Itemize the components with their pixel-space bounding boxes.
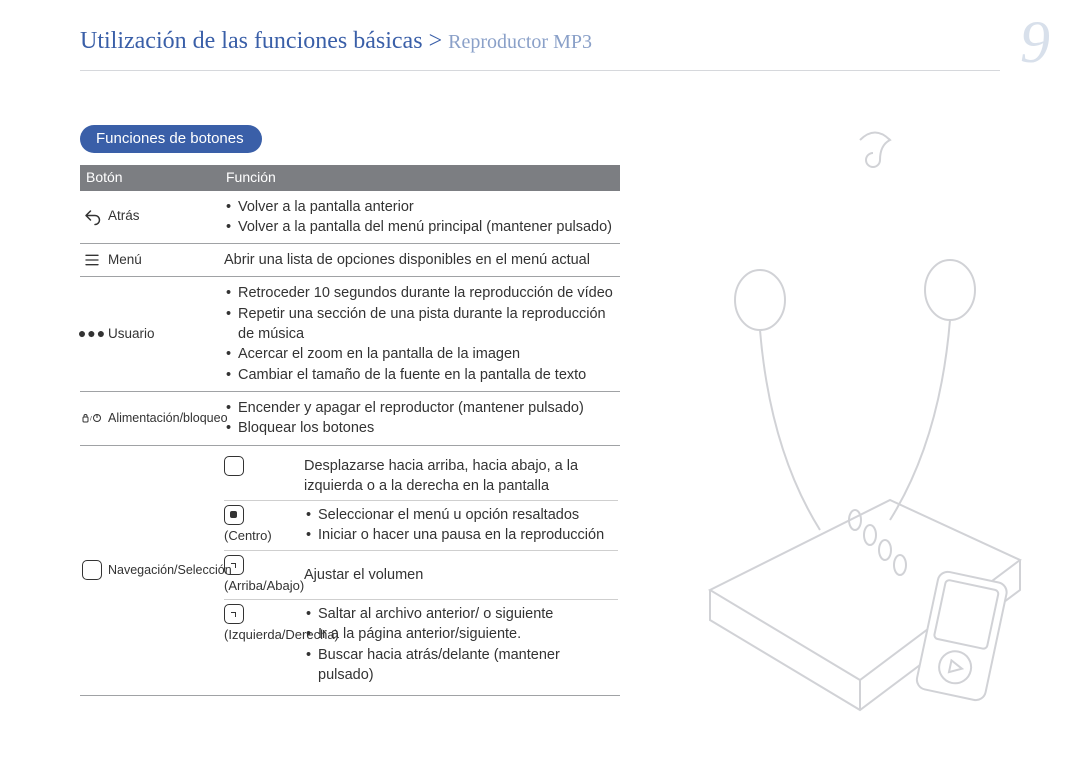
row-function-list: Retroceder 10 segundos durante la reprod… (224, 283, 618, 384)
back-icon (82, 208, 102, 226)
page-number: 9 (1020, 8, 1050, 77)
col-header-button: Botón (80, 165, 220, 191)
table-row: ●●● Usuario Retroceder 10 segundos duran… (80, 277, 620, 391)
nav-square-icon (82, 561, 102, 579)
nav-subrow: Desplazarse hacia arriba, hacia abajo, a… (224, 452, 618, 501)
decorative-illustration (690, 120, 1040, 720)
list-item: Seleccionar el menú u opción resaltados (304, 505, 618, 525)
list-item: Bloquear los botones (224, 418, 618, 438)
breadcrumb-sub: Reproductor MP3 (448, 31, 592, 54)
svg-text:/: / (90, 416, 92, 423)
list-item: Saltar al archivo anterior/ o siguiente (304, 604, 618, 624)
row-label: Alimentación/bloqueo (108, 410, 228, 428)
row-function-list: Saltar al archivo anterior/ o siguiente … (304, 604, 618, 685)
power-lock-icon: / (82, 409, 102, 427)
list-item: Buscar hacia atrás/delante (mantener pul… (304, 645, 618, 686)
nav-sub-label: (Centro) (224, 527, 272, 545)
row-label: Navegación/Selección (108, 562, 232, 580)
menu-icon (82, 251, 102, 269)
list-item: Retroceder 10 segundos durante la reprod… (224, 283, 618, 303)
breadcrumb-sep: > (429, 28, 443, 54)
row-function-list: Seleccionar el menú u opción resaltados … (304, 505, 618, 546)
page-header: Utilización de las funciones básicas > R… (80, 28, 1000, 55)
list-item: Cambiar el tamaño de la fuente en la pan… (224, 365, 618, 385)
table-row: Menú Abrir una lista de opciones disponi… (80, 244, 620, 277)
nav-updown-icon (224, 555, 244, 575)
nav-center-icon (224, 505, 244, 525)
row-label: Usuario (108, 325, 155, 344)
manual-page: Utilización de las funciones básicas > R… (0, 0, 1080, 762)
table-head: Botón Función (80, 165, 620, 191)
row-function-text: Abrir una lista de opciones disponibles … (220, 248, 620, 272)
section-heading: Funciones de botones (80, 125, 262, 153)
row-label: Menú (108, 251, 142, 270)
list-item: Ir a la página anterior/siguiente. (304, 624, 618, 644)
list-item: Acercar el zoom en la pantalla de la ima… (224, 344, 618, 364)
nav-square-empty-icon (224, 456, 244, 476)
nav-sub-text: Desplazarse hacia arriba, hacia abajo, a… (304, 456, 618, 497)
button-functions-table: Botón Función Atrás Volver a la pantalla… (80, 165, 620, 696)
table-row-nav: Navegación/Selección Desplazarse hacia a… (80, 446, 620, 697)
row-label: Atrás (108, 207, 140, 226)
col-header-function: Función (220, 165, 620, 191)
nav-sub-text: Ajustar el volumen (304, 555, 618, 585)
breadcrumb-main: Utilización de las funciones básicas (80, 28, 423, 54)
nav-subrow: (Izquierda/Derecha) Saltar al archivo an… (224, 599, 618, 689)
header-title: Utilización de las funciones básicas > (80, 28, 442, 55)
header-rule (80, 70, 1000, 71)
list-item: Encender y apagar el reproductor (manten… (224, 398, 618, 418)
row-function-list: Encender y apagar el reproductor (manten… (224, 398, 618, 439)
nav-subrow: (Centro) Seleccionar el menú u opción re… (224, 500, 618, 550)
list-item: Volver a la pantalla del menú principal … (224, 217, 618, 237)
list-item: Repetir una sección de una pista durante… (224, 304, 618, 345)
nav-sub-label: (Arriba/Abajo) (224, 577, 304, 595)
user-dots-icon: ●●● (82, 325, 102, 343)
nav-leftright-icon (224, 604, 244, 624)
row-function-list: Volver a la pantalla anterior Volver a l… (224, 197, 618, 238)
nav-subrow: (Arriba/Abajo) Ajustar el volumen (224, 550, 618, 599)
table-row: / Alimentación/bloqueo Encender y apagar… (80, 392, 620, 446)
list-item: Iniciar o hacer una pausa en la reproduc… (304, 525, 618, 545)
table-row: Atrás Volver a la pantalla anterior Volv… (80, 191, 620, 245)
list-item: Volver a la pantalla anterior (224, 197, 618, 217)
